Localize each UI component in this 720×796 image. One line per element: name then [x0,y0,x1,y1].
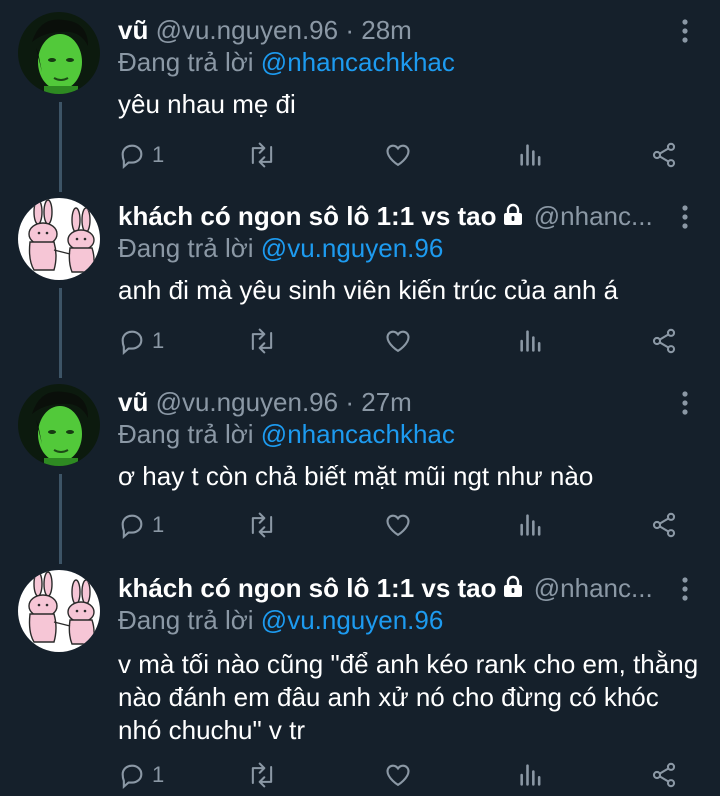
reply-count: 1 [152,762,165,787]
analytics-icon [520,764,541,786]
analytics-icon [520,330,541,352]
reply-count: 1 [152,328,165,353]
handle[interactable]: @nhanc... [534,573,653,603]
display-name[interactable]: khách có ngon sô lô 1:1 vs tao [118,573,497,603]
action-bar: 1 [118,138,688,172]
like-icon [386,514,410,537]
tweet-header: vũ @vu.nguyen.96 · 28m [118,12,660,48]
like-button[interactable] [384,324,412,358]
mention-link[interactable]: @nhancachkhac [261,419,455,449]
lock-icon [503,203,522,225]
more-icon[interactable] [678,390,692,416]
retweet-icon [251,328,273,354]
analytics-icon [520,514,541,536]
handle[interactable]: @nhanc... [534,201,653,231]
like-button[interactable] [384,508,412,542]
replying-to: Đang trả lời @nhancachkhac [118,416,455,452]
tweet[interactable]: khách có ngon sô lô 1:1 vs tao @nhanc...… [0,570,720,796]
separator: · [345,387,355,417]
analytics-button[interactable] [518,758,544,792]
lock-icon [503,575,522,597]
reply-icon [121,764,143,789]
share-icon [652,142,676,168]
tweet-header: khách có ngon sô lô 1:1 vs tao @nhanc... [118,570,660,606]
retweet-button[interactable] [246,138,278,172]
share-button[interactable] [650,324,678,358]
mention-link[interactable]: @nhancachkhac [261,47,455,77]
reply-icon [121,144,143,169]
tweet-text: anh đi mà yêu sinh viên kiến trúc của an… [118,275,619,305]
avatar[interactable] [18,12,100,94]
reply-button[interactable]: 1 [118,508,164,542]
action-bar: 1 [118,758,688,792]
reply-button[interactable]: 1 [118,758,164,792]
like-icon [386,144,410,167]
green-face-avatar-icon [18,12,100,94]
share-icon [652,512,676,538]
reply-count: 1 [152,142,165,167]
separator: · [345,15,355,45]
reply-icon [121,330,143,355]
replying-to: Đang trả lời @nhancachkhac [118,44,455,80]
mention-link[interactable]: @vu.nguyen.96 [261,605,444,635]
replying-to-label: Đang trả lời [118,47,254,77]
mention-link[interactable]: @vu.nguyen.96 [261,233,444,263]
timestamp[interactable]: 28m [361,15,412,45]
green-face-avatar-icon [18,384,100,466]
replying-to-label: Đang trả lời [118,419,254,449]
handle[interactable]: @vu.nguyen.96 [156,15,339,45]
reply-icon [121,514,143,539]
tweet-text: yêu nhau mẹ đi [118,89,296,119]
avatar[interactable] [18,570,100,652]
tweet[interactable]: vũ @vu.nguyen.96 · 28m Đang trả lời @nha… [0,12,720,182]
pink-rabbits-avatar-icon [18,570,100,652]
share-button[interactable] [650,138,678,172]
like-button[interactable] [384,138,412,172]
retweet-button[interactable] [246,758,278,792]
tweet[interactable]: khách có ngon sô lô 1:1 vs tao @nhanc...… [0,198,720,368]
tweet-header: khách có ngon sô lô 1:1 vs tao @nhanc... [118,198,660,234]
timestamp[interactable]: 27m [361,387,412,417]
share-button[interactable] [650,758,678,792]
tweet-text: ơ hay t còn chả biết mặt mũi ngt như nào [118,461,594,491]
action-bar: 1 [118,324,688,358]
retweet-button[interactable] [246,324,278,358]
action-bar: 1 [118,508,688,542]
replying-to-label: Đang trả lời [118,233,254,263]
retweet-button[interactable] [246,508,278,542]
avatar[interactable] [18,198,100,280]
analytics-button[interactable] [518,508,544,542]
replying-to: Đang trả lời @vu.nguyen.96 [118,230,443,266]
more-icon[interactable] [678,18,692,44]
tweet-text: v mà tối nào cũng "để anh kéo rank cho e… [118,649,699,745]
like-button[interactable] [384,758,412,792]
display-name[interactable]: vũ [118,15,148,45]
display-name[interactable]: vũ [118,387,148,417]
retweet-icon [251,512,273,538]
reply-count: 1 [152,512,165,537]
share-button[interactable] [650,508,678,542]
reply-button[interactable]: 1 [118,324,164,358]
tweet[interactable]: vũ @vu.nguyen.96 · 27m Đang trả lời @nha… [0,384,720,554]
replying-to-label: Đang trả lời [118,605,254,635]
share-icon [652,328,676,354]
retweet-icon [251,142,273,168]
display-name[interactable]: khách có ngon sô lô 1:1 vs tao [118,201,497,231]
reply-button[interactable]: 1 [118,138,164,172]
share-icon [652,762,676,788]
more-icon[interactable] [678,576,692,602]
analytics-icon [520,144,541,166]
avatar[interactable] [18,384,100,466]
tweet-header: vũ @vu.nguyen.96 · 27m [118,384,660,420]
analytics-button[interactable] [518,138,544,172]
replying-to: Đang trả lời @vu.nguyen.96 [118,602,443,638]
analytics-button[interactable] [518,324,544,358]
like-icon [386,330,410,353]
handle[interactable]: @vu.nguyen.96 [156,387,339,417]
retweet-icon [251,762,273,788]
pink-rabbits-avatar-icon [18,198,100,280]
like-icon [386,764,410,787]
more-icon[interactable] [678,204,692,230]
